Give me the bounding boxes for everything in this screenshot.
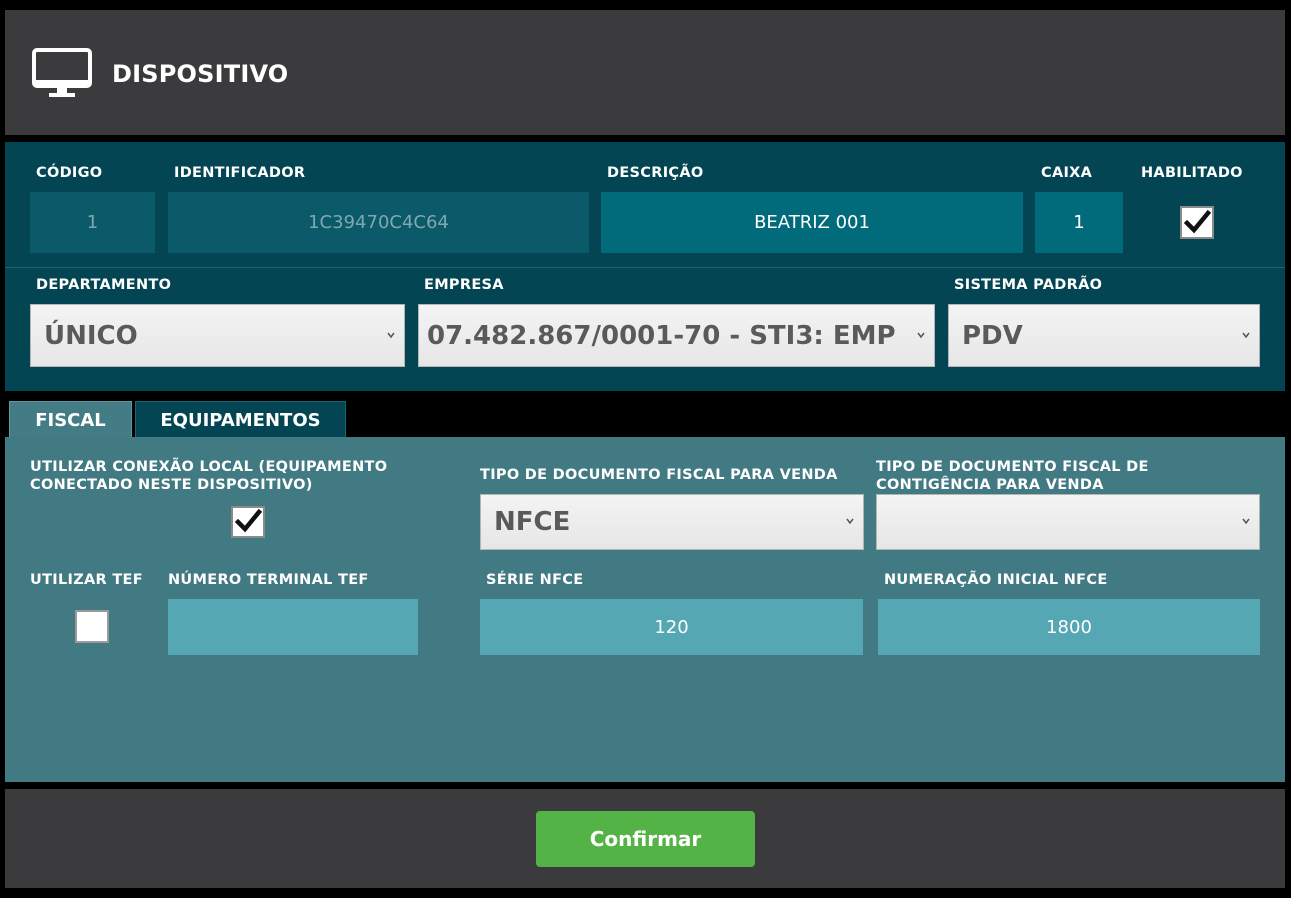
chevron-down-icon xyxy=(917,332,925,338)
descricao-label: DESCRIÇÃO xyxy=(607,165,704,181)
sistema-padrao-label: SISTEMA PADRÃO xyxy=(954,277,1103,293)
numero-terminal-label: NÚMERO TERMINAL TEF xyxy=(168,572,369,588)
chevron-down-icon xyxy=(846,518,854,525)
page-title: DISPOSITIVO xyxy=(112,60,289,88)
sistema-padrao-value: PDV xyxy=(962,320,1023,351)
numeracao-inicial-label: NUMERAÇÃO INICIAL NFCE xyxy=(884,572,1108,588)
numeracao-inicial-field[interactable]: 1800 xyxy=(878,599,1260,655)
caixa-label: CAIXA xyxy=(1041,165,1093,181)
device-panel: CÓDIGO IDENTIFICADOR DESCRIÇÃO CAIXA HAB… xyxy=(5,142,1285,391)
caixa-field[interactable]: 1 xyxy=(1035,192,1123,253)
sistema-padrao-select[interactable]: PDV xyxy=(948,304,1260,367)
tipo-contingencia-select[interactable] xyxy=(876,494,1260,550)
chevron-down-icon xyxy=(1242,332,1250,338)
departamento-label: DEPARTAMENTO xyxy=(36,277,172,293)
numero-terminal-field[interactable] xyxy=(168,599,418,655)
monitor-icon xyxy=(32,48,92,97)
tipo-contingencia-label: TIPO DE DOCUMENTO FISCAL DE CONTIGÊNCIA … xyxy=(876,459,1149,493)
codigo-label: CÓDIGO xyxy=(36,165,103,181)
confirm-button[interactable]: Confirmar xyxy=(536,811,755,867)
empresa-value: 07.482.867/0001-70 - STI3: EMP xyxy=(427,320,896,351)
departamento-value: ÚNICO xyxy=(44,320,138,351)
tipo-documento-select[interactable]: NFCE xyxy=(480,494,864,550)
chevron-down-icon xyxy=(1242,518,1250,525)
descricao-field[interactable]: BEATRIZ 001 xyxy=(601,192,1023,253)
identificador-field: 1C39470C4C64 xyxy=(168,192,589,253)
serie-nfce-field[interactable]: 120 xyxy=(480,599,863,655)
serie-nfce-label: SÉRIE NFCE xyxy=(486,572,584,588)
codigo-field: 1 xyxy=(30,192,155,253)
conexao-local-label: UTILIZAR CONEXÃO LOCAL (EQUIPAMENTO CONE… xyxy=(30,459,388,493)
empresa-select[interactable]: 07.482.867/0001-70 - STI3: EMP xyxy=(418,304,935,367)
tipo-documento-value: NFCE xyxy=(494,507,571,537)
checkmark-icon xyxy=(234,508,263,533)
footer-bar: Confirmar xyxy=(5,789,1285,888)
empresa-label: EMPRESA xyxy=(424,277,504,293)
divider xyxy=(5,267,1285,268)
habilitado-checkbox[interactable] xyxy=(1180,206,1214,239)
checkmark-icon xyxy=(1183,209,1212,234)
conexao-local-checkbox[interactable] xyxy=(231,506,265,538)
tipo-documento-label: TIPO DE DOCUMENTO FISCAL PARA VENDA xyxy=(480,467,838,483)
habilitado-label: HABILITADO xyxy=(1141,165,1243,181)
utilizar-tef-label: UTILIZAR TEF xyxy=(30,572,143,588)
utilizar-tef-checkbox[interactable] xyxy=(75,610,109,643)
identificador-label: IDENTIFICADOR xyxy=(174,165,306,181)
chevron-down-icon xyxy=(387,332,395,338)
header-bar: DISPOSITIVO xyxy=(5,10,1285,135)
departamento-select[interactable]: ÚNICO xyxy=(30,304,405,367)
fiscal-panel: UTILIZAR CONEXÃO LOCAL (EQUIPAMENTO CONE… xyxy=(5,437,1285,782)
tab-equipamentos[interactable]: EQUIPAMENTOS xyxy=(135,401,346,438)
tab-fiscal[interactable]: FISCAL xyxy=(9,401,132,438)
